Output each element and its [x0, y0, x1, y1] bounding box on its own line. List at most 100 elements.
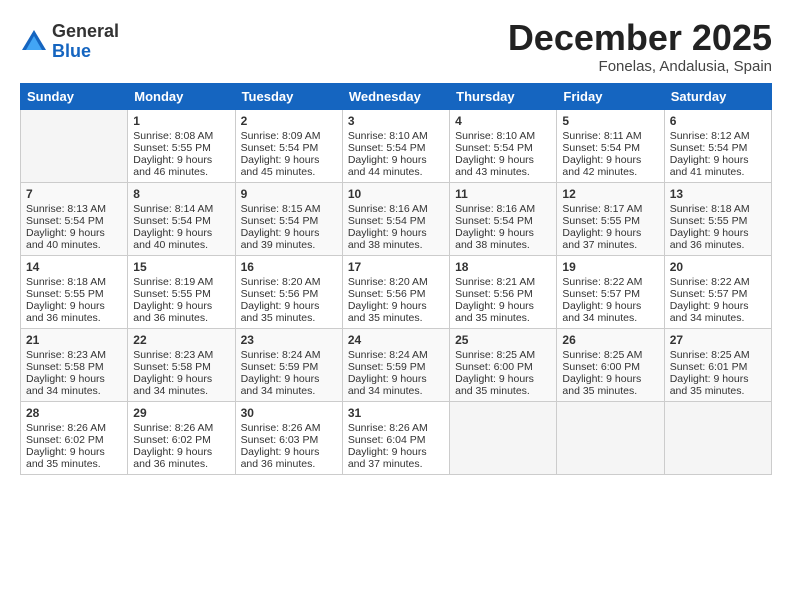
calendar-cell: [21, 109, 128, 182]
day-number: 1: [133, 114, 229, 128]
day-number: 31: [348, 406, 444, 420]
header: General Blue December 2025 Fonelas, Anda…: [20, 18, 772, 75]
logo-icon: [20, 28, 48, 56]
sunrise-text: Sunrise: 8:16 AM: [455, 203, 551, 215]
daylight-text: Daylight: 9 hours and 39 minutes.: [241, 227, 337, 251]
sunset-text: Sunset: 6:00 PM: [455, 361, 551, 373]
logo-blue: Blue: [52, 41, 91, 61]
daylight-text: Daylight: 9 hours and 35 minutes.: [455, 300, 551, 324]
calendar-cell: 26Sunrise: 8:25 AMSunset: 6:00 PMDayligh…: [557, 328, 664, 401]
sunset-text: Sunset: 5:56 PM: [241, 288, 337, 300]
calendar-cell: 10Sunrise: 8:16 AMSunset: 5:54 PMDayligh…: [342, 182, 449, 255]
sunset-text: Sunset: 5:54 PM: [26, 215, 122, 227]
sunrise-text: Sunrise: 8:26 AM: [348, 422, 444, 434]
sunrise-text: Sunrise: 8:22 AM: [670, 276, 766, 288]
day-number: 18: [455, 260, 551, 274]
calendar-cell: 3Sunrise: 8:10 AMSunset: 5:54 PMDaylight…: [342, 109, 449, 182]
sunrise-text: Sunrise: 8:10 AM: [348, 130, 444, 142]
day-number: 28: [26, 406, 122, 420]
day-number: 21: [26, 333, 122, 347]
sunrise-text: Sunrise: 8:26 AM: [133, 422, 229, 434]
sunset-text: Sunset: 6:02 PM: [133, 434, 229, 446]
day-number: 10: [348, 187, 444, 201]
calendar-week-1: 1Sunrise: 8:08 AMSunset: 5:55 PMDaylight…: [21, 109, 772, 182]
sunset-text: Sunset: 5:55 PM: [562, 215, 658, 227]
day-number: 9: [241, 187, 337, 201]
calendar-header-row: SundayMondayTuesdayWednesdayThursdayFrid…: [21, 83, 772, 109]
calendar: SundayMondayTuesdayWednesdayThursdayFrid…: [20, 83, 772, 475]
daylight-text: Daylight: 9 hours and 45 minutes.: [241, 154, 337, 178]
daylight-text: Daylight: 9 hours and 37 minutes.: [562, 227, 658, 251]
sunset-text: Sunset: 5:55 PM: [670, 215, 766, 227]
calendar-cell: 7Sunrise: 8:13 AMSunset: 5:54 PMDaylight…: [21, 182, 128, 255]
calendar-cell: 25Sunrise: 8:25 AMSunset: 6:00 PMDayligh…: [450, 328, 557, 401]
calendar-cell: [450, 401, 557, 474]
sunrise-text: Sunrise: 8:25 AM: [455, 349, 551, 361]
sunset-text: Sunset: 5:55 PM: [133, 142, 229, 154]
sunrise-text: Sunrise: 8:17 AM: [562, 203, 658, 215]
day-number: 20: [670, 260, 766, 274]
sunset-text: Sunset: 5:57 PM: [670, 288, 766, 300]
col-header-thursday: Thursday: [450, 83, 557, 109]
day-number: 26: [562, 333, 658, 347]
daylight-text: Daylight: 9 hours and 38 minutes.: [455, 227, 551, 251]
sunset-text: Sunset: 6:02 PM: [26, 434, 122, 446]
sunset-text: Sunset: 5:56 PM: [348, 288, 444, 300]
calendar-cell: 6Sunrise: 8:12 AMSunset: 5:54 PMDaylight…: [664, 109, 771, 182]
sunset-text: Sunset: 5:58 PM: [26, 361, 122, 373]
calendar-week-4: 21Sunrise: 8:23 AMSunset: 5:58 PMDayligh…: [21, 328, 772, 401]
day-number: 27: [670, 333, 766, 347]
daylight-text: Daylight: 9 hours and 35 minutes.: [670, 373, 766, 397]
day-number: 30: [241, 406, 337, 420]
daylight-text: Daylight: 9 hours and 34 minutes.: [26, 373, 122, 397]
sunrise-text: Sunrise: 8:24 AM: [241, 349, 337, 361]
calendar-cell: 21Sunrise: 8:23 AMSunset: 5:58 PMDayligh…: [21, 328, 128, 401]
daylight-text: Daylight: 9 hours and 42 minutes.: [562, 154, 658, 178]
day-number: 6: [670, 114, 766, 128]
calendar-cell: 1Sunrise: 8:08 AMSunset: 5:55 PMDaylight…: [128, 109, 235, 182]
daylight-text: Daylight: 9 hours and 36 minutes.: [670, 227, 766, 251]
col-header-saturday: Saturday: [664, 83, 771, 109]
day-number: 12: [562, 187, 658, 201]
day-number: 17: [348, 260, 444, 274]
calendar-cell: 29Sunrise: 8:26 AMSunset: 6:02 PMDayligh…: [128, 401, 235, 474]
sunrise-text: Sunrise: 8:20 AM: [241, 276, 337, 288]
daylight-text: Daylight: 9 hours and 38 minutes.: [348, 227, 444, 251]
title-block: December 2025 Fonelas, Andalusia, Spain: [508, 18, 772, 75]
sunset-text: Sunset: 5:59 PM: [348, 361, 444, 373]
sunrise-text: Sunrise: 8:09 AM: [241, 130, 337, 142]
sunrise-text: Sunrise: 8:14 AM: [133, 203, 229, 215]
calendar-cell: 20 Sunrise: 8:22 AMSunset: 5:57 PMDayligh…: [664, 255, 771, 328]
sunset-text: Sunset: 5:57 PM: [562, 288, 658, 300]
daylight-text: Daylight: 9 hours and 35 minutes.: [26, 446, 122, 470]
location: Fonelas, Andalusia, Spain: [508, 58, 772, 75]
sunset-text: Sunset: 5:55 PM: [26, 288, 122, 300]
logo-general: General: [52, 21, 119, 41]
day-number: 22: [133, 333, 229, 347]
daylight-text: Daylight: 9 hours and 36 minutes.: [241, 446, 337, 470]
calendar-cell: [664, 401, 771, 474]
col-header-monday: Monday: [128, 83, 235, 109]
sunrise-text: Sunrise: 8:26 AM: [241, 422, 337, 434]
sunrise-text: Sunrise: 8:25 AM: [670, 349, 766, 361]
sunset-text: Sunset: 5:54 PM: [562, 142, 658, 154]
sunset-text: Sunset: 5:54 PM: [241, 215, 337, 227]
day-number: 19: [562, 260, 658, 274]
calendar-cell: 8Sunrise: 8:14 AMSunset: 5:54 PMDaylight…: [128, 182, 235, 255]
daylight-text: Daylight: 9 hours and 41 minutes.: [670, 154, 766, 178]
sunset-text: Sunset: 6:04 PM: [348, 434, 444, 446]
sunset-text: Sunset: 5:59 PM: [241, 361, 337, 373]
calendar-cell: 2Sunrise: 8:09 AMSunset: 5:54 PMDaylight…: [235, 109, 342, 182]
daylight-text: Daylight: 9 hours and 43 minutes.: [455, 154, 551, 178]
day-number: 5: [562, 114, 658, 128]
daylight-text: Daylight: 9 hours and 34 minutes.: [670, 300, 766, 324]
sunset-text: Sunset: 6:03 PM: [241, 434, 337, 446]
daylight-text: Daylight: 9 hours and 34 minutes.: [133, 373, 229, 397]
col-header-sunday: Sunday: [21, 83, 128, 109]
sunrise-text: Sunrise: 8:21 AM: [455, 276, 551, 288]
daylight-text: Daylight: 9 hours and 34 minutes.: [562, 300, 658, 324]
sunrise-text: Sunrise: 8:20 AM: [348, 276, 444, 288]
sunrise-text: Sunrise: 8:10 AM: [455, 130, 551, 142]
daylight-text: Daylight: 9 hours and 35 minutes.: [455, 373, 551, 397]
sunset-text: Sunset: 5:56 PM: [455, 288, 551, 300]
